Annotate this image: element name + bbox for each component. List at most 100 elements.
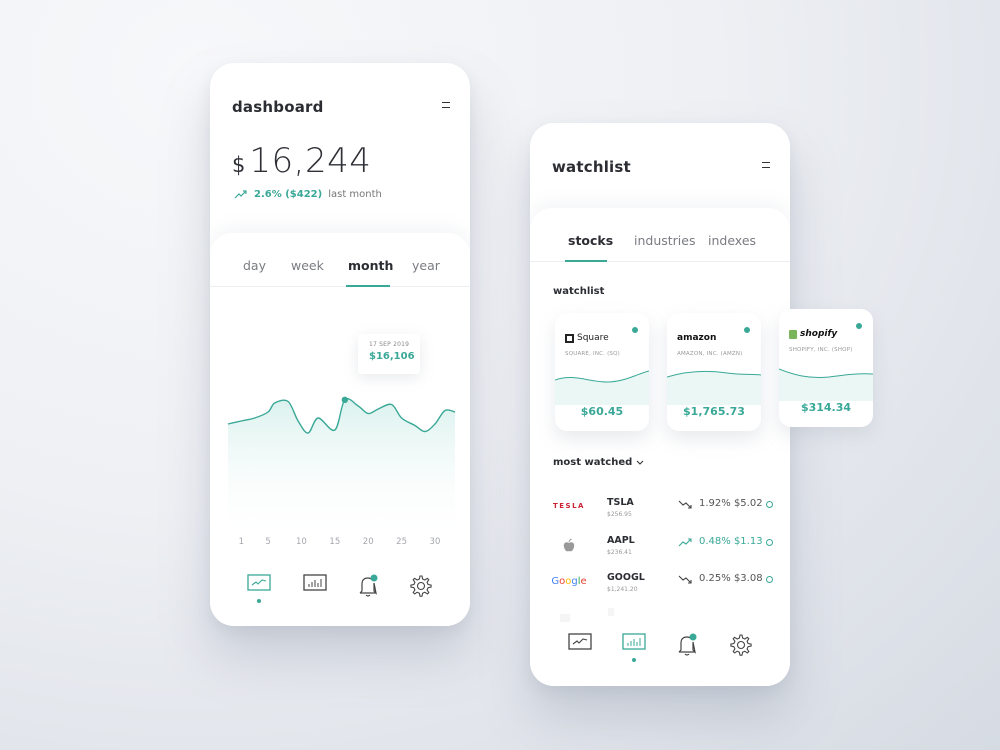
nav-settings[interactable] (728, 633, 754, 659)
square-logo: Square (565, 333, 609, 343)
trending-down-icon (678, 575, 692, 584)
page-title: watchlist (552, 158, 631, 176)
watchlist-screen: watchlist stocks industries indexes watc… (530, 123, 873, 686)
bell-icon (359, 574, 378, 597)
x-tick-label: 10 (296, 537, 307, 547)
balance-chart[interactable]: 1 5 10 15 20 25 30 (210, 343, 470, 603)
tooltip-value: $16,106 (369, 351, 415, 362)
dashboard-screen: dashboard $ 16,244 2.6% ($422) last mont… (210, 63, 470, 626)
sparkline (667, 370, 761, 405)
ticker-price: $236.41 (607, 548, 632, 556)
tab-industries[interactable]: industries (634, 233, 695, 248)
nav-notifications[interactable] (675, 633, 701, 659)
hamburger-icon[interactable] (442, 102, 450, 108)
nav-line-chart[interactable] (568, 633, 594, 659)
chart-area-fill (228, 398, 455, 543)
active-tab-indicator (346, 285, 390, 287)
tab-month[interactable]: month (348, 258, 393, 273)
tab-indexes[interactable]: indexes (708, 233, 756, 248)
brand-logo: Google (551, 576, 587, 587)
amazon-logo: amazon (677, 333, 716, 390)
company-name: SHOPIFY, INC. (SHOP) (789, 347, 853, 353)
chart-tooltip: 17 SEP 2019 $16,106 (358, 334, 420, 374)
tab-year[interactable]: year (412, 258, 440, 273)
chart-highlight-point[interactable] (341, 396, 349, 404)
watch-toggle[interactable] (766, 501, 773, 508)
watchlist-panel: stocks industries indexes watchlist most… (530, 208, 790, 686)
apple-logo (563, 538, 575, 551)
tooltip-date: 17 SEP 2019 (369, 341, 410, 348)
company-name: AMAZON, INC. (AMZN) (677, 351, 743, 357)
most-watched-dropdown[interactable]: most watched (553, 457, 644, 468)
balance-change: 2.6% ($422) last month (234, 189, 382, 200)
shopify-logo: shopify (789, 329, 837, 339)
ticker-symbol: GOOGL (607, 572, 645, 583)
balance: $ 16,244 (232, 141, 371, 181)
nav-settings[interactable] (408, 574, 434, 600)
list-item[interactable]: AAPL $236.41 0.48% $1.13 (530, 531, 790, 568)
watch-toggle[interactable] (766, 576, 773, 583)
bar-chart-icon (303, 574, 327, 591)
category-tabs: stocks industries indexes (530, 208, 790, 262)
status-dot (744, 327, 750, 333)
nav-line-chart[interactable] (247, 574, 273, 603)
active-nav-dot (632, 658, 636, 662)
bell-icon (678, 633, 697, 656)
card-price: $60.45 (580, 405, 624, 418)
watch-toggle[interactable] (766, 538, 773, 546)
active-tab-indicator (565, 260, 607, 262)
line-chart-icon (568, 633, 592, 650)
change-period: last month (328, 189, 382, 200)
nav-bar-chart[interactable] (303, 574, 329, 600)
sparkline (779, 368, 873, 401)
active-nav-dot (257, 599, 261, 603)
tesla-logo: TESLA (553, 502, 585, 510)
nav-notifications[interactable] (356, 574, 382, 600)
status-dot (632, 327, 638, 333)
notification-badge (689, 633, 697, 641)
chart-panel: day week month year 1 5 10 15 20 25 30 17 SEP … (210, 233, 470, 626)
brand-logo (551, 538, 587, 556)
x-tick-label: 1 (239, 537, 244, 547)
chevron-down-icon (636, 460, 644, 465)
trending-up-icon (234, 190, 247, 199)
list-item[interactable]: TESLA TSLA $256.95 1.92% $5.02 (530, 493, 790, 530)
ticker-price: $256.95 (607, 511, 632, 518)
nav-bar-chart[interactable] (622, 633, 648, 662)
company-name: SQUARE, INC. (SQ) (565, 351, 620, 357)
ticker-symbol: AAPL (607, 534, 635, 546)
most-watched-label: most watched (553, 457, 633, 468)
card-price: $314.34 (800, 401, 852, 414)
stock-card[interactable]: shopify SHOPIFY, INC. (SHOP) $314.34 (779, 309, 873, 427)
ticker-change: 0.25% $3.08 (699, 573, 763, 584)
tab-stocks[interactable]: stocks (568, 233, 613, 248)
brand-logo: TESLA (551, 501, 587, 511)
change-value: 2.6% ($422) (254, 189, 323, 200)
stock-card[interactable]: Square SQUARE, INC. (SQ) $60.45 (555, 313, 649, 431)
trending-up-icon (678, 537, 692, 546)
ticker-symbol: TSLA (607, 497, 634, 508)
card-price: $1,765.73 (683, 405, 745, 418)
ticker-change: 0.48% $1.13 (699, 535, 763, 547)
list-item[interactable]: Google GOOGL $1,241.20 0.25% $3.08 (530, 568, 790, 605)
tab-day[interactable]: day (243, 258, 266, 273)
gear-icon (410, 575, 432, 597)
trending-down-icon (678, 500, 692, 509)
x-tick-label: 5 (265, 537, 270, 547)
stock-card[interactable]: amazon AMAZON, INC. (AMZN) $1,765.73 (667, 313, 761, 431)
google-logo: Google (551, 576, 587, 587)
gear-icon (730, 634, 752, 656)
ticker-change: 1.92% $5.02 (699, 498, 763, 509)
square-icon (565, 333, 574, 343)
bottom-nav (530, 633, 790, 673)
shopify-bag-icon (789, 329, 797, 339)
hamburger-icon[interactable] (762, 162, 770, 168)
x-tick-label: 15 (329, 537, 340, 547)
x-tick-label: 20 (363, 537, 374, 547)
period-tabs: day week month year (210, 233, 470, 287)
x-tick-label: 30 (430, 537, 441, 547)
sparkline (555, 370, 649, 405)
tab-week[interactable]: week (291, 258, 324, 273)
watchlist-section-label: watchlist (553, 286, 605, 297)
notification-badge (370, 574, 378, 582)
